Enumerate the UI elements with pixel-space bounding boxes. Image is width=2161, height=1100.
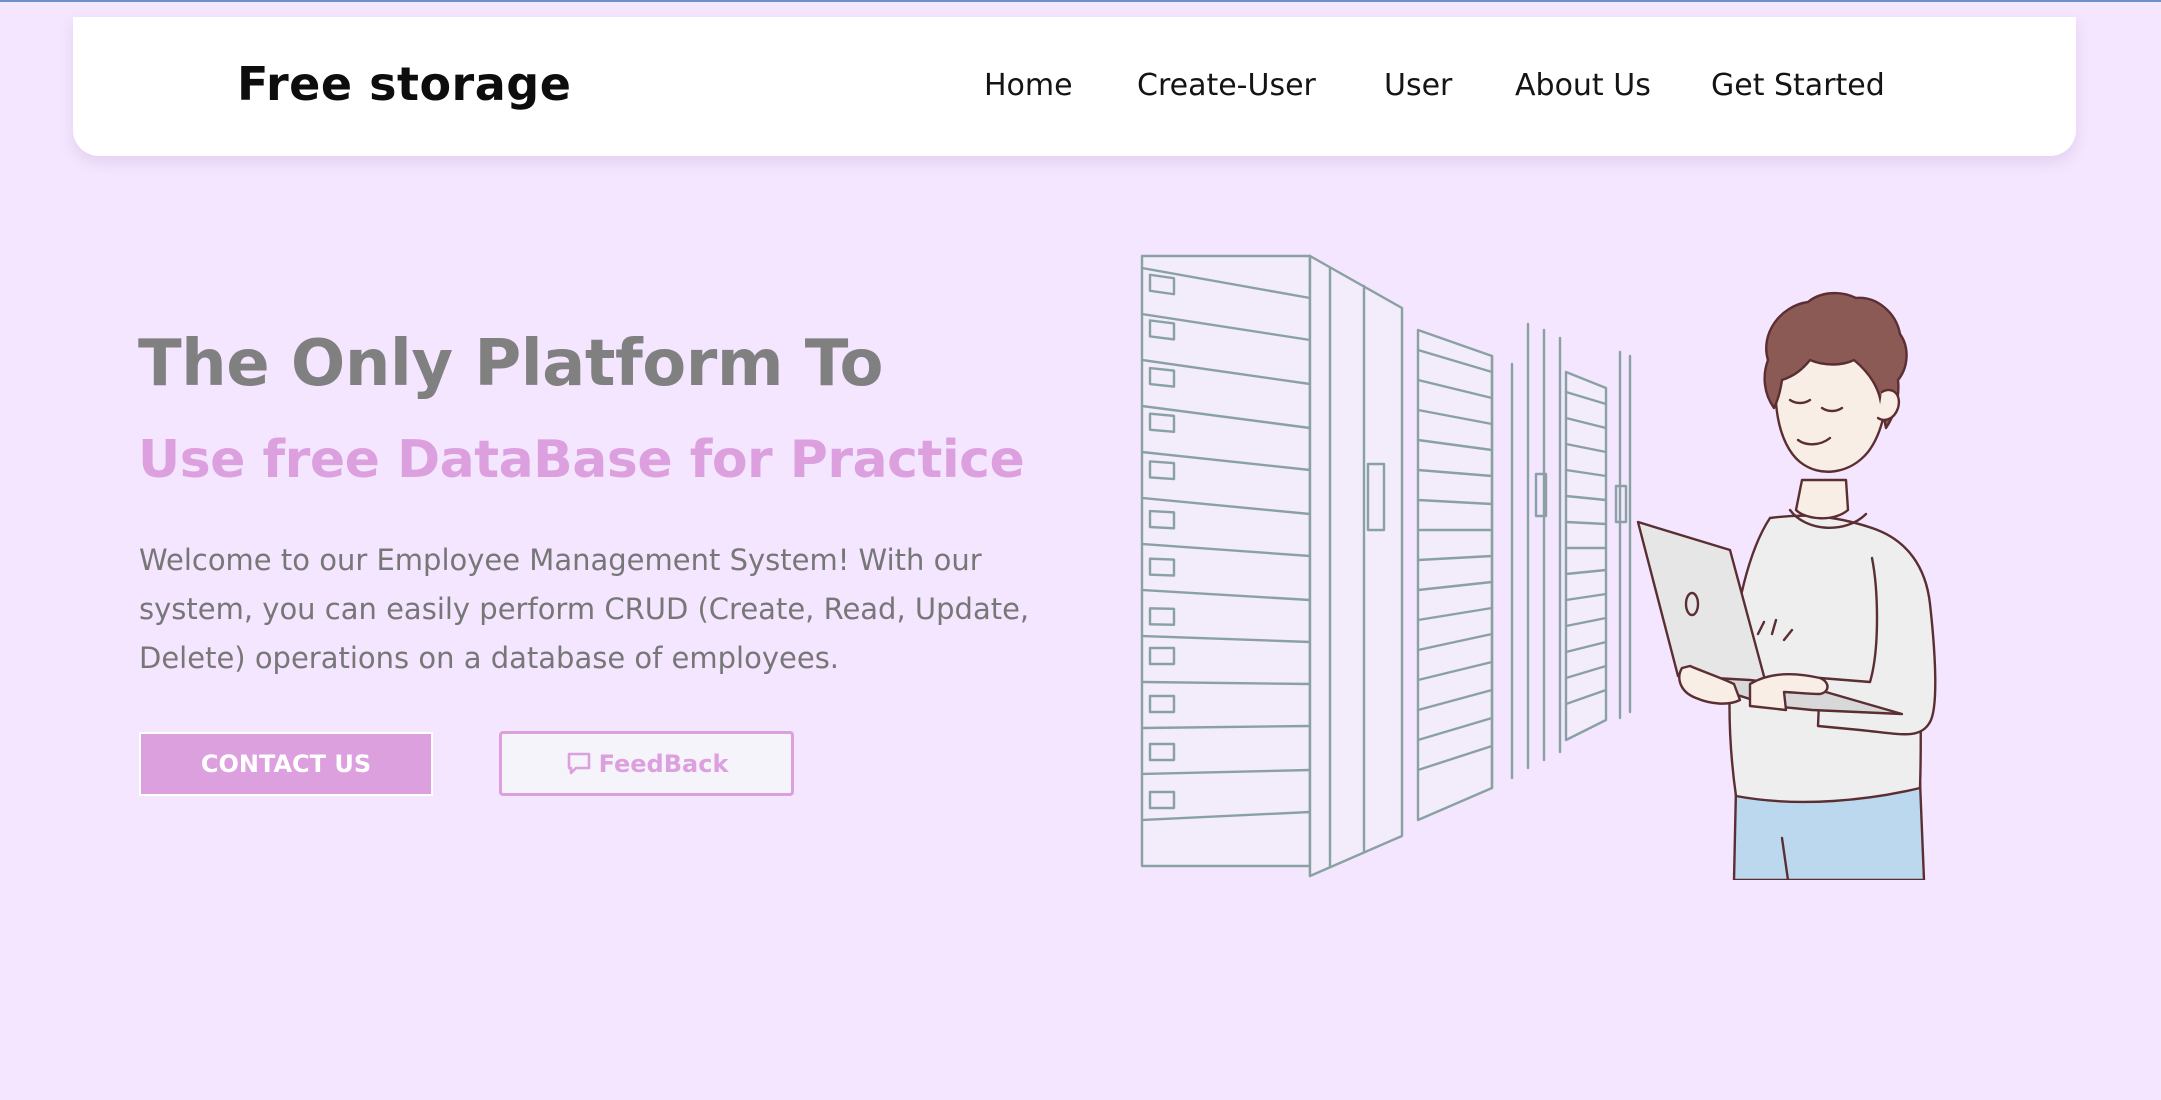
nav-link-user[interactable]: User	[1384, 68, 1452, 103]
server-door	[1308, 254, 1404, 878]
nav-link-about-us[interactable]: About Us	[1515, 68, 1651, 103]
hero-description: Welcome to our Employee Management Syste…	[139, 543, 1030, 675]
chat-bubble-icon	[567, 752, 590, 774]
feedback-button[interactable]: FeedBack	[499, 731, 794, 796]
navbar: Free storage Home Create-User User About…	[73, 17, 2076, 156]
server-rack-middle	[1416, 328, 1494, 822]
person-with-laptop	[1636, 291, 1937, 880]
server-room-illustration	[1140, 254, 1937, 880]
contact-us-label: CONTACT US	[200, 750, 372, 778]
contact-us-button[interactable]: CONTACT US	[139, 732, 433, 796]
brand-logo[interactable]: Free storage	[237, 57, 571, 111]
nav-link-home[interactable]: Home	[984, 68, 1073, 103]
nav-link-create-user[interactable]: Create-User	[1137, 68, 1316, 103]
hero-subtitle: Use free DataBase for Practice	[138, 430, 1025, 490]
feedback-label: FeedBack	[598, 749, 729, 778]
hero-title: The Only Platform To	[138, 327, 883, 401]
nav-link-get-started[interactable]: Get Started	[1711, 68, 1885, 103]
top-border	[0, 0, 2161, 2]
